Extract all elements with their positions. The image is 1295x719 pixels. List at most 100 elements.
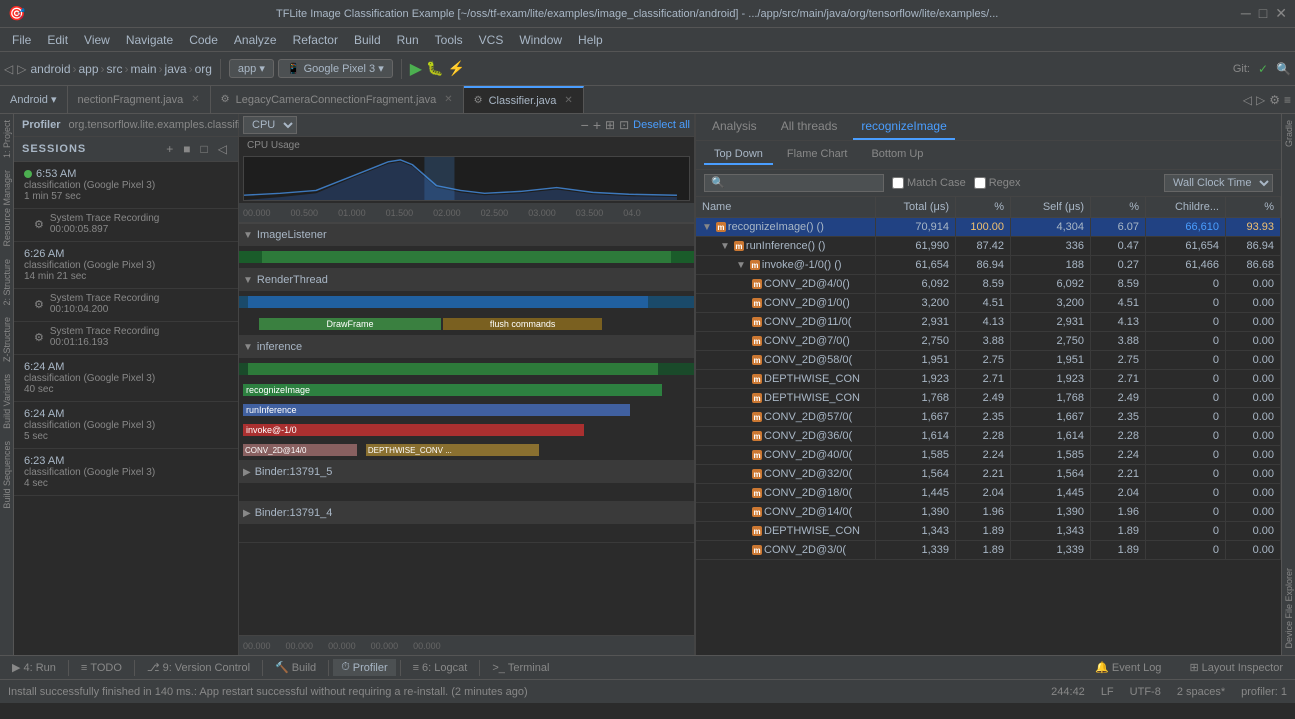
tab-device-file-explorer[interactable]: Device File Explorer	[1282, 562, 1295, 655]
regex-option[interactable]: Regex	[974, 177, 1021, 189]
menu-tools[interactable]: Tools	[427, 31, 471, 49]
view-tab-bottomup[interactable]: Bottom Up	[861, 145, 933, 165]
expand-recognize[interactable]: ▼	[702, 222, 712, 233]
zoom-out-btn[interactable]: −	[581, 117, 589, 133]
tab-recognize-image[interactable]: recognizeImage	[853, 114, 954, 140]
table-row-3[interactable]: m CONV_2D@4/0() 6,092 8.59 6,092 8.59 0 …	[696, 275, 1281, 294]
tool-build[interactable]: 🔨 Build	[267, 659, 324, 676]
table-row-runinference[interactable]: ▼ m runInference() () 61,990 87.42 336 0…	[696, 237, 1281, 256]
table-row-15[interactable]: m CONV_2D@14/0( 1,390 1.96 1,390 1.96 0 …	[696, 503, 1281, 522]
match-case-option[interactable]: Match Case	[892, 177, 966, 189]
menu-code[interactable]: Code	[181, 31, 226, 49]
menu-file[interactable]: File	[4, 31, 39, 49]
frame-btn[interactable]: ⊡	[619, 118, 629, 132]
menu-vcs[interactable]: VCS	[471, 31, 512, 49]
table-row-4[interactable]: m CONV_2D@1/0() 3,200 4.51 3,200 4.51 0 …	[696, 294, 1281, 313]
table-row-16[interactable]: m DEPTHWISE_CON 1,343 1.89 1,343 1.89 0 …	[696, 522, 1281, 541]
menu-navigate[interactable]: Navigate	[118, 31, 181, 49]
table-row-5[interactable]: m CONV_2D@11/0( 2,931 4.13 2,931 4.13 0 …	[696, 313, 1281, 332]
menu-window[interactable]: Window	[511, 31, 570, 49]
tool-todo[interactable]: ≡ TODO	[73, 660, 130, 676]
back-btn[interactable]: ◁	[4, 62, 13, 76]
tool-logcat[interactable]: ≡ 6: Logcat	[405, 660, 476, 676]
menu-edit[interactable]: Edit	[39, 31, 76, 49]
nav-back-btn[interactable]: ◁	[215, 141, 230, 157]
regex-checkbox[interactable]	[974, 177, 986, 189]
clock-select[interactable]: Wall Clock Time Thread Time	[1164, 174, 1273, 192]
thread-header-binder4[interactable]: ▶ Binder:13791_4	[239, 502, 694, 524]
table-row-9[interactable]: m DEPTHWISE_CON 1,768 2.49 1,768 2.49 0 …	[696, 389, 1281, 408]
add-session-btn[interactable]: +	[163, 141, 176, 157]
zoom-in-btn[interactable]: +	[593, 117, 601, 133]
expand-session-btn[interactable]: □	[198, 141, 211, 157]
session-item-623[interactable]: 6:23 AM classification (Google Pixel 3) …	[14, 449, 238, 496]
thread-header-binder5[interactable]: ▶ Binder:13791_5	[239, 461, 694, 483]
breadcrumb-java[interactable]: java	[165, 62, 187, 76]
menu-help[interactable]: Help	[570, 31, 611, 49]
table-row-11[interactable]: m CONV_2D@36/0( 1,614 2.28 1,614 2.28 0 …	[696, 427, 1281, 446]
breadcrumb-src[interactable]: src	[107, 62, 123, 76]
tool-event-log[interactable]: 🔔 Event Log	[1087, 659, 1169, 676]
stop-session-btn[interactable]: ■	[180, 141, 193, 157]
profile-btn[interactable]: ⚡	[447, 60, 464, 77]
table-row-12[interactable]: m CONV_2D@40/0( 1,585 2.24 1,585 2.24 0 …	[696, 446, 1281, 465]
tab-all-threads[interactable]: All threads	[773, 114, 846, 140]
tool-terminal[interactable]: >_ Terminal	[484, 660, 557, 676]
android-tab[interactable]: Android ▾	[4, 93, 63, 106]
table-row-10[interactable]: m CONV_2D@57/0( 1,667 2.35 1,667 2.35 0 …	[696, 408, 1281, 427]
forward-btn[interactable]: ▷	[17, 62, 26, 76]
expand-runinference[interactable]: ▼	[720, 241, 730, 252]
tab-gradle[interactable]: Gradle	[1282, 114, 1295, 153]
session-item-624a[interactable]: 6:24 AM classification (Google Pixel 3) …	[14, 355, 238, 402]
match-case-checkbox[interactable]	[892, 177, 904, 189]
session-sub-626-2[interactable]: ⚙ System Trace Recording 00:01:16.193	[14, 322, 238, 355]
window-controls[interactable]: ─ □ ✕	[1241, 5, 1287, 22]
tab-close-legacy[interactable]: ✕	[444, 94, 452, 105]
minimize-btn[interactable]: ─	[1241, 5, 1251, 22]
session-item-624b[interactable]: 6:24 AM classification (Google Pixel 3) …	[14, 402, 238, 449]
menu-refactor[interactable]: Refactor	[285, 31, 346, 49]
table-row-17[interactable]: m CONV_2D@3/0( 1,339 1.89 1,339 1.89 0 0…	[696, 541, 1281, 560]
tab-nav-left[interactable]: ◁	[1243, 93, 1252, 107]
close-btn[interactable]: ✕	[1275, 5, 1287, 22]
session-sub-626-1[interactable]: ⚙ System Trace Recording 00:10:04.200	[14, 289, 238, 322]
tool-layout-inspector[interactable]: ⊞ Layout Inspector	[1181, 659, 1291, 676]
debug-btn[interactable]: 🐛	[426, 60, 443, 77]
table-row-recognize[interactable]: ▼ m recognizeImage() () 70,914 100.00 4,…	[696, 218, 1281, 237]
tab-analysis[interactable]: Analysis	[704, 114, 765, 140]
tab-build-sequences[interactable]: Build Sequences	[0, 435, 13, 515]
tab-classifier[interactable]: ⚙ Classifier.java ✕	[464, 86, 584, 113]
breadcrumb-main[interactable]: main	[131, 62, 157, 76]
app-dropdown[interactable]: app ▾	[229, 59, 274, 78]
thread-header-renderthread[interactable]: ▼ RenderThread	[239, 269, 694, 291]
menu-build[interactable]: Build	[346, 31, 389, 49]
session-sub-653-1[interactable]: ⚙ System Trace Recording 00:00:05.897	[14, 209, 238, 242]
tab-z-structure[interactable]: Z-Structure	[0, 311, 13, 368]
table-row-13[interactable]: m CONV_2D@32/0( 1,564 2.21 1,564 2.21 0 …	[696, 465, 1281, 484]
deselect-all-btn[interactable]: Deselect all	[633, 119, 690, 131]
tab-settings[interactable]: ⚙	[1269, 93, 1280, 107]
session-item-653[interactable]: 6:53 AM classification (Google Pixel 3) …	[14, 162, 238, 209]
tab-project[interactable]: 1: Project	[0, 114, 13, 164]
tab-close-connection[interactable]: ✕	[191, 94, 199, 105]
tool-run[interactable]: ▶ 4: Run	[4, 659, 64, 676]
search-everywhere-btn[interactable]: 🔍	[1276, 62, 1291, 76]
menu-view[interactable]: View	[76, 31, 118, 49]
breadcrumb-org[interactable]: org	[195, 62, 212, 76]
run-btn[interactable]: ▶	[410, 59, 422, 79]
tool-profiler[interactable]: ⏱ Profiler	[333, 659, 395, 676]
menu-analyze[interactable]: Analyze	[226, 31, 285, 49]
cpu-dropdown[interactable]: CPU	[243, 116, 297, 134]
tab-close-classifier[interactable]: ✕	[564, 95, 572, 106]
breadcrumb-android[interactable]: android	[30, 62, 70, 76]
session-item-626[interactable]: 6:26 AM classification (Google Pixel 3) …	[14, 242, 238, 289]
maximize-btn[interactable]: □	[1259, 5, 1267, 22]
table-row-14[interactable]: m CONV_2D@18/0( 1,445 2.04 1,445 2.04 0 …	[696, 484, 1281, 503]
table-row-8[interactable]: m DEPTHWISE_CON 1,923 2.71 1,923 2.71 0 …	[696, 370, 1281, 389]
thread-header-inference[interactable]: ▼ inference	[239, 336, 694, 358]
tab-resource-manager[interactable]: Resource Manager	[0, 164, 13, 253]
device-dropdown[interactable]: 📱 Google Pixel 3 ▾	[278, 59, 393, 78]
analysis-search-input[interactable]	[704, 174, 884, 192]
menu-run[interactable]: Run	[389, 31, 427, 49]
git-check[interactable]: ✓	[1258, 62, 1268, 76]
